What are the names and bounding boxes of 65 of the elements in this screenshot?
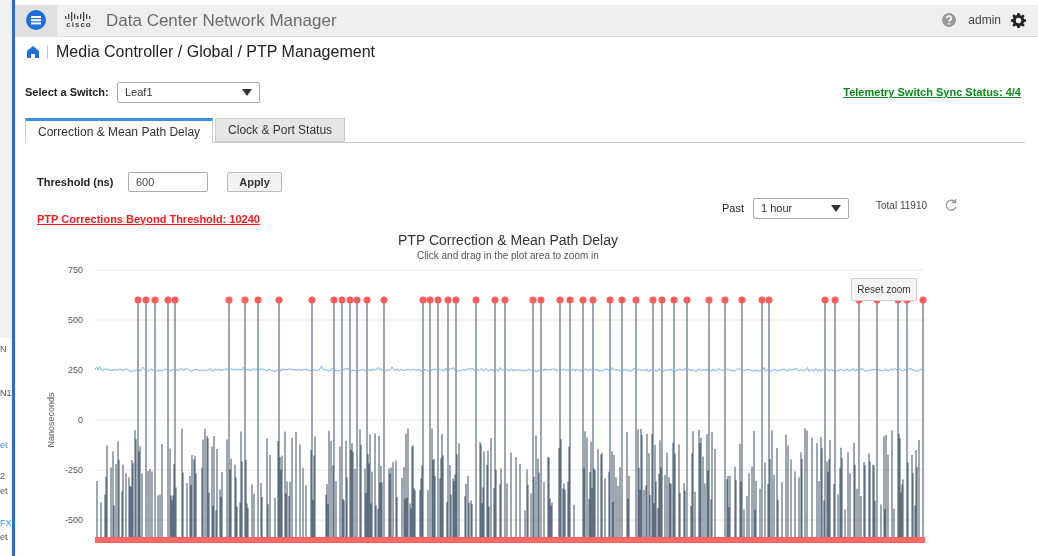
reset-zoom-button[interactable]: Reset zoom <box>851 278 917 301</box>
chart-subtitle: Click and drag in the plot area to zoom in <box>417 250 599 261</box>
outlier-marker <box>579 296 587 304</box>
outlier-marker <box>738 296 746 304</box>
background-text: N1 <box>0 389 12 398</box>
outlier-marker <box>472 296 480 304</box>
outlier-marker <box>566 296 574 304</box>
user-name[interactable]: admin <box>968 11 1001 30</box>
outlier-marker <box>831 296 839 304</box>
switch-dropdown[interactable]: Leaf1 <box>117 81 260 103</box>
outlier-marker <box>632 296 640 304</box>
outlier-marker <box>275 296 283 304</box>
settings-icon[interactable] <box>1011 12 1026 28</box>
beyond-threshold-link[interactable]: PTP Corrections Beyond Threshold: 10240 <box>37 210 260 227</box>
background-text: 2 <box>0 472 5 481</box>
apply-button[interactable]: Apply <box>227 171 282 192</box>
axis-label: 750 <box>67 265 83 275</box>
outlier-marker <box>308 296 316 304</box>
tab[interactable]: Clock & Port Status <box>215 118 346 143</box>
outlier-marker <box>618 296 626 304</box>
sync-status-link[interactable]: Telemetry Switch Sync Status: 4/4 <box>843 84 1021 101</box>
caret-icon <box>242 88 252 96</box>
outlier-marker <box>821 296 829 304</box>
background-text: et <box>0 441 8 450</box>
background-text: N <box>0 345 7 354</box>
outlier-marker <box>589 296 597 304</box>
background-text: FX <box>0 519 12 528</box>
threshold-input[interactable]: 600 <box>128 171 208 192</box>
app-title: Data Center Network Manager <box>106 9 337 32</box>
period-dropdown[interactable]: 1 hour <box>753 198 850 220</box>
axis-label: -250 <box>65 465 83 475</box>
threshold-label: Threshold (ns) <box>37 174 115 190</box>
refresh-icon[interactable] <box>944 198 958 213</box>
outlier-marker <box>241 296 249 304</box>
outlier-marker <box>556 296 564 304</box>
axis-label: 500 <box>67 315 83 325</box>
axis-label: 250 <box>67 365 83 375</box>
background-text: et <box>0 487 8 496</box>
breadcrumb: Media Controller / Global / PTP Management <box>56 41 375 62</box>
caret-icon <box>831 205 842 213</box>
logo-text: cisco <box>66 20 92 29</box>
outlier-marker <box>501 296 509 304</box>
total-count: Total 11910 <box>876 199 927 214</box>
help-icon[interactable] <box>942 13 957 28</box>
chart-title: PTP Correction & Mean Path Delay <box>398 232 618 248</box>
outlier-marker <box>380 296 388 304</box>
outlier-marker <box>606 296 614 304</box>
axis-title: Nanoseconds <box>46 392 56 448</box>
outlier-marker <box>919 296 927 304</box>
outlier-marker <box>683 296 691 304</box>
outlier-marker <box>670 296 678 304</box>
switch-label: Select a Switch: <box>25 85 110 101</box>
menu-icon[interactable] <box>26 10 46 31</box>
tab[interactable]: Correction & Mean Path Delay <box>25 118 214 144</box>
axis-label: 0 <box>78 415 83 425</box>
period-label: Past <box>722 201 745 217</box>
outlier-marker <box>363 296 371 304</box>
background-text: et <box>0 533 8 542</box>
outlier-marker <box>705 296 713 304</box>
outlier-marker <box>254 296 262 304</box>
outlier-marker <box>721 296 729 304</box>
home-icon[interactable] <box>27 45 39 58</box>
axis-label: -500 <box>65 515 83 525</box>
outlier-marker <box>225 296 233 304</box>
outlier-marker <box>491 296 499 304</box>
